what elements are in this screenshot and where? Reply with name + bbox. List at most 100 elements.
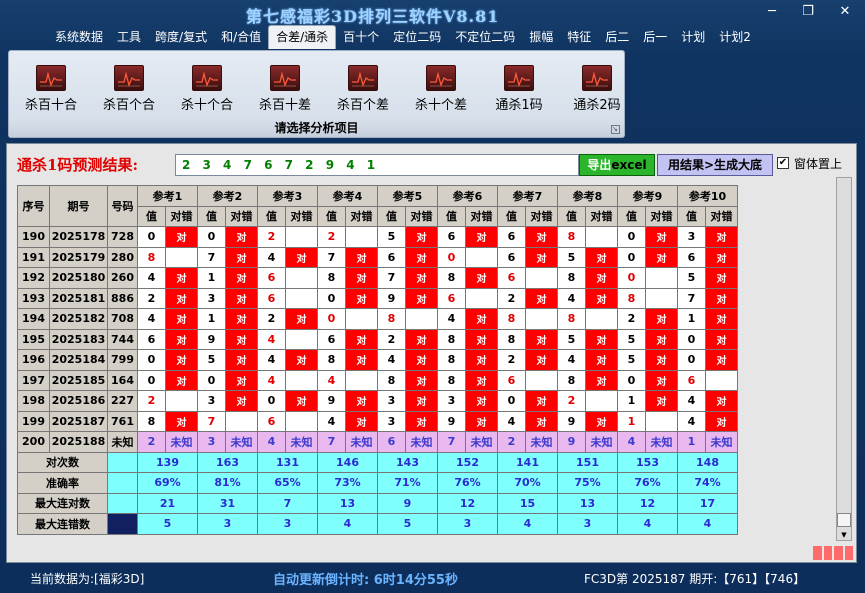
update-countdown: 自动更新倒计时: 6时14分55秒 <box>273 573 458 588</box>
prediction-result-field[interactable]: 2 3 4 7 6 7 2 9 4 1 <box>175 154 579 176</box>
value-cell: 8 <box>437 267 466 289</box>
hit-cell: 对 <box>525 246 558 268</box>
table-row[interactable]: 198 2025186 227 2 3 对 0 对 9 对 3 对 3 对 0 对 2 1 对 4 对 <box>17 390 738 412</box>
scrollbar-thumb[interactable] <box>837 513 851 527</box>
hit-cell: 对 <box>225 349 258 371</box>
table-row[interactable]: 194 2025182 708 4 对 1 对 2 对 0 8 4 对 8 8 2 对 1 对 <box>17 308 738 330</box>
hit-cell: 对 <box>585 328 618 350</box>
summary-value: 21 <box>137 492 198 514</box>
menu-item[interactable]: 计划2 <box>712 25 758 49</box>
close-button[interactable]: ✕ <box>833 4 857 20</box>
menu-item[interactable]: 后二 <box>598 25 636 49</box>
ref-header: 参考9 <box>617 185 678 207</box>
ribbon-button[interactable]: 杀十个合 <box>169 65 245 113</box>
value-cell: 8 <box>137 246 166 268</box>
table-row[interactable]: 196 2025184 799 0 对 5 对 4 对 8 对 4 对 8 对 2 对 4 对 5 对 0 对 <box>17 349 738 371</box>
ribbon-caption: 请选择分析项目 <box>9 120 624 137</box>
value-subheader: 值 <box>317 205 346 227</box>
summary-row: 对次数 139 163 131 146 143 152 141 151 153 148 <box>17 451 738 473</box>
value-cell: 6 <box>317 328 346 350</box>
table-row[interactable]: 195 2025183 744 6 对 9 对 4 6 对 2 对 8 对 8 对 5 对 5 对 0 对 <box>17 328 738 350</box>
ribbon-panel: 杀百十合 杀百个合 杀十个合 杀百十差 杀百个差 杀十个差 通杀1码 通杀2码 请选择分析项目… <box>8 50 625 138</box>
table-row[interactable]: 197 2025185 164 0 对 0 对 4 4 8 对 8 对 6 8 对 0 对 6 <box>17 369 738 391</box>
menu-item[interactable]: 工具 <box>110 25 148 49</box>
menu-item[interactable]: 系统数据 <box>48 25 110 49</box>
value-cell: 2 <box>137 390 166 412</box>
ribbon-button[interactable]: 通杀1码 <box>481 65 557 113</box>
ribbon-button-label: 杀百个差 <box>336 98 389 113</box>
hit-cell: 对 <box>525 287 558 309</box>
export-excel-button[interactable]: 导出excel <box>579 154 655 176</box>
value-cell: 0 <box>617 267 646 289</box>
scroll-down-icon[interactable]: ▼ <box>837 530 851 540</box>
value-cell: 6 <box>257 410 286 432</box>
value-cell: 2 <box>617 308 646 330</box>
ribbon-button[interactable]: 通杀2码 <box>559 65 635 113</box>
hit-cell: 对 <box>225 308 258 330</box>
menu-item[interactable]: 和/合值 <box>214 25 268 49</box>
draw-info: FC3D第 2025187 期开:【761】【746】 <box>584 572 806 586</box>
value-subheader: 值 <box>137 205 166 227</box>
hit-cell: 对 <box>225 226 258 248</box>
summary-value: 3 <box>257 513 318 535</box>
hit-cell: 对 <box>345 349 378 371</box>
number-cell: 728 <box>107 226 138 248</box>
pin-window-checkbox[interactable]: ✔ <box>777 157 789 169</box>
table-row-pending[interactable]: 200 2025188 未知 2 未知 3 未知 4 未知 7 未知 6 未知 7 未知 2 未知 9 未知 4 未知 1… <box>17 431 738 453</box>
value-cell: 6 <box>257 287 286 309</box>
app-window: 第七感福彩3D排列三软件V8.81 ─ ❐ ✕ 系统数据 工具 跨度/复式 和/合值合… <box>0 0 865 593</box>
summary-value: 5 <box>377 513 438 535</box>
value-cell: 6 <box>377 246 406 268</box>
value-cell: 8 <box>557 226 586 248</box>
table-row[interactable]: 193 2025181 886 2 对 3 对 6 0 对 9 对 6 2 对 4 对 8 7 对 <box>17 287 738 309</box>
summary-value: 141 <box>497 451 558 473</box>
minimize-button[interactable]: ─ <box>760 4 784 20</box>
value-cell: 5 <box>617 328 646 350</box>
menu-item[interactable]: 特征 <box>560 25 598 49</box>
value-subheader: 值 <box>557 205 586 227</box>
hit-cell: 对 <box>705 267 738 289</box>
table-row[interactable]: 191 2025179 280 8 7 对 4 对 7 对 6 对 0 6 对 5 对 0 对 6 对 <box>17 246 738 268</box>
period-header: 期号 <box>49 185 108 227</box>
menu-item[interactable]: 百十个 <box>336 25 386 49</box>
value-cell: 3 <box>197 390 226 412</box>
ribbon-button[interactable]: 杀百个差 <box>325 65 401 113</box>
hit-cell: 对 <box>705 390 738 412</box>
ribbon-button[interactable]: 杀百十差 <box>247 65 323 113</box>
value-cell: 6 <box>137 328 166 350</box>
summary-label: 对次数 <box>17 451 108 473</box>
menu-item[interactable]: 不定位二码 <box>448 25 522 49</box>
hit-cell: 对 <box>585 349 618 371</box>
menu-item[interactable]: 合差/通杀 <box>268 25 337 49</box>
value-cell: 6 <box>497 267 526 289</box>
ribbon-button-label: 通杀1码 <box>495 98 543 113</box>
table-row[interactable]: 190 2025178 728 0 对 0 对 2 2 5 对 6 对 6 对 8 0 对 3 对 <box>17 226 738 248</box>
menu-item[interactable]: 跨度/复式 <box>148 25 214 49</box>
table-row[interactable]: 199 2025187 761 8 对 7 6 4 对 3 对 9 对 4 对 9 对 1 4 对 <box>17 410 738 432</box>
restore-button[interactable]: ❐ <box>796 4 820 20</box>
hit-cell <box>165 390 198 412</box>
summary-value: 31 <box>197 492 258 514</box>
menu-item[interactable]: 后一 <box>636 25 674 49</box>
vertical-scrollbar[interactable]: ▼ <box>836 177 852 541</box>
ribbon-expand-icon[interactable]: ↘ <box>611 125 620 134</box>
period-cell: 2025181 <box>49 287 108 309</box>
menu-item[interactable]: 定位二码 <box>386 25 448 49</box>
value-cell: 7 <box>437 431 466 453</box>
summary-value: 76% <box>617 472 678 494</box>
value-cell: 4 <box>497 410 526 432</box>
menu-item[interactable]: 计划 <box>674 25 712 49</box>
hit-cell <box>585 226 618 248</box>
menu-item[interactable]: 振幅 <box>522 25 560 49</box>
summary-spacer <box>107 451 138 473</box>
period-cell: 2025183 <box>49 328 108 350</box>
ribbon-button[interactable]: 杀百十合 <box>13 65 89 113</box>
table-row[interactable]: 192 2025180 260 4 对 1 对 6 8 对 7 对 8 对 6 8 对 0 5 对 <box>17 267 738 289</box>
hit-cell: 对 <box>705 226 738 248</box>
hit-cell: 对 <box>225 390 258 412</box>
summary-value: 13 <box>317 492 378 514</box>
generate-base-button[interactable]: 用结果>生成大底 <box>657 154 773 176</box>
ribbon-button[interactable]: 杀十个差 <box>403 65 479 113</box>
ribbon-button[interactable]: 杀百个合 <box>91 65 167 113</box>
seq-cell: 193 <box>17 287 50 309</box>
